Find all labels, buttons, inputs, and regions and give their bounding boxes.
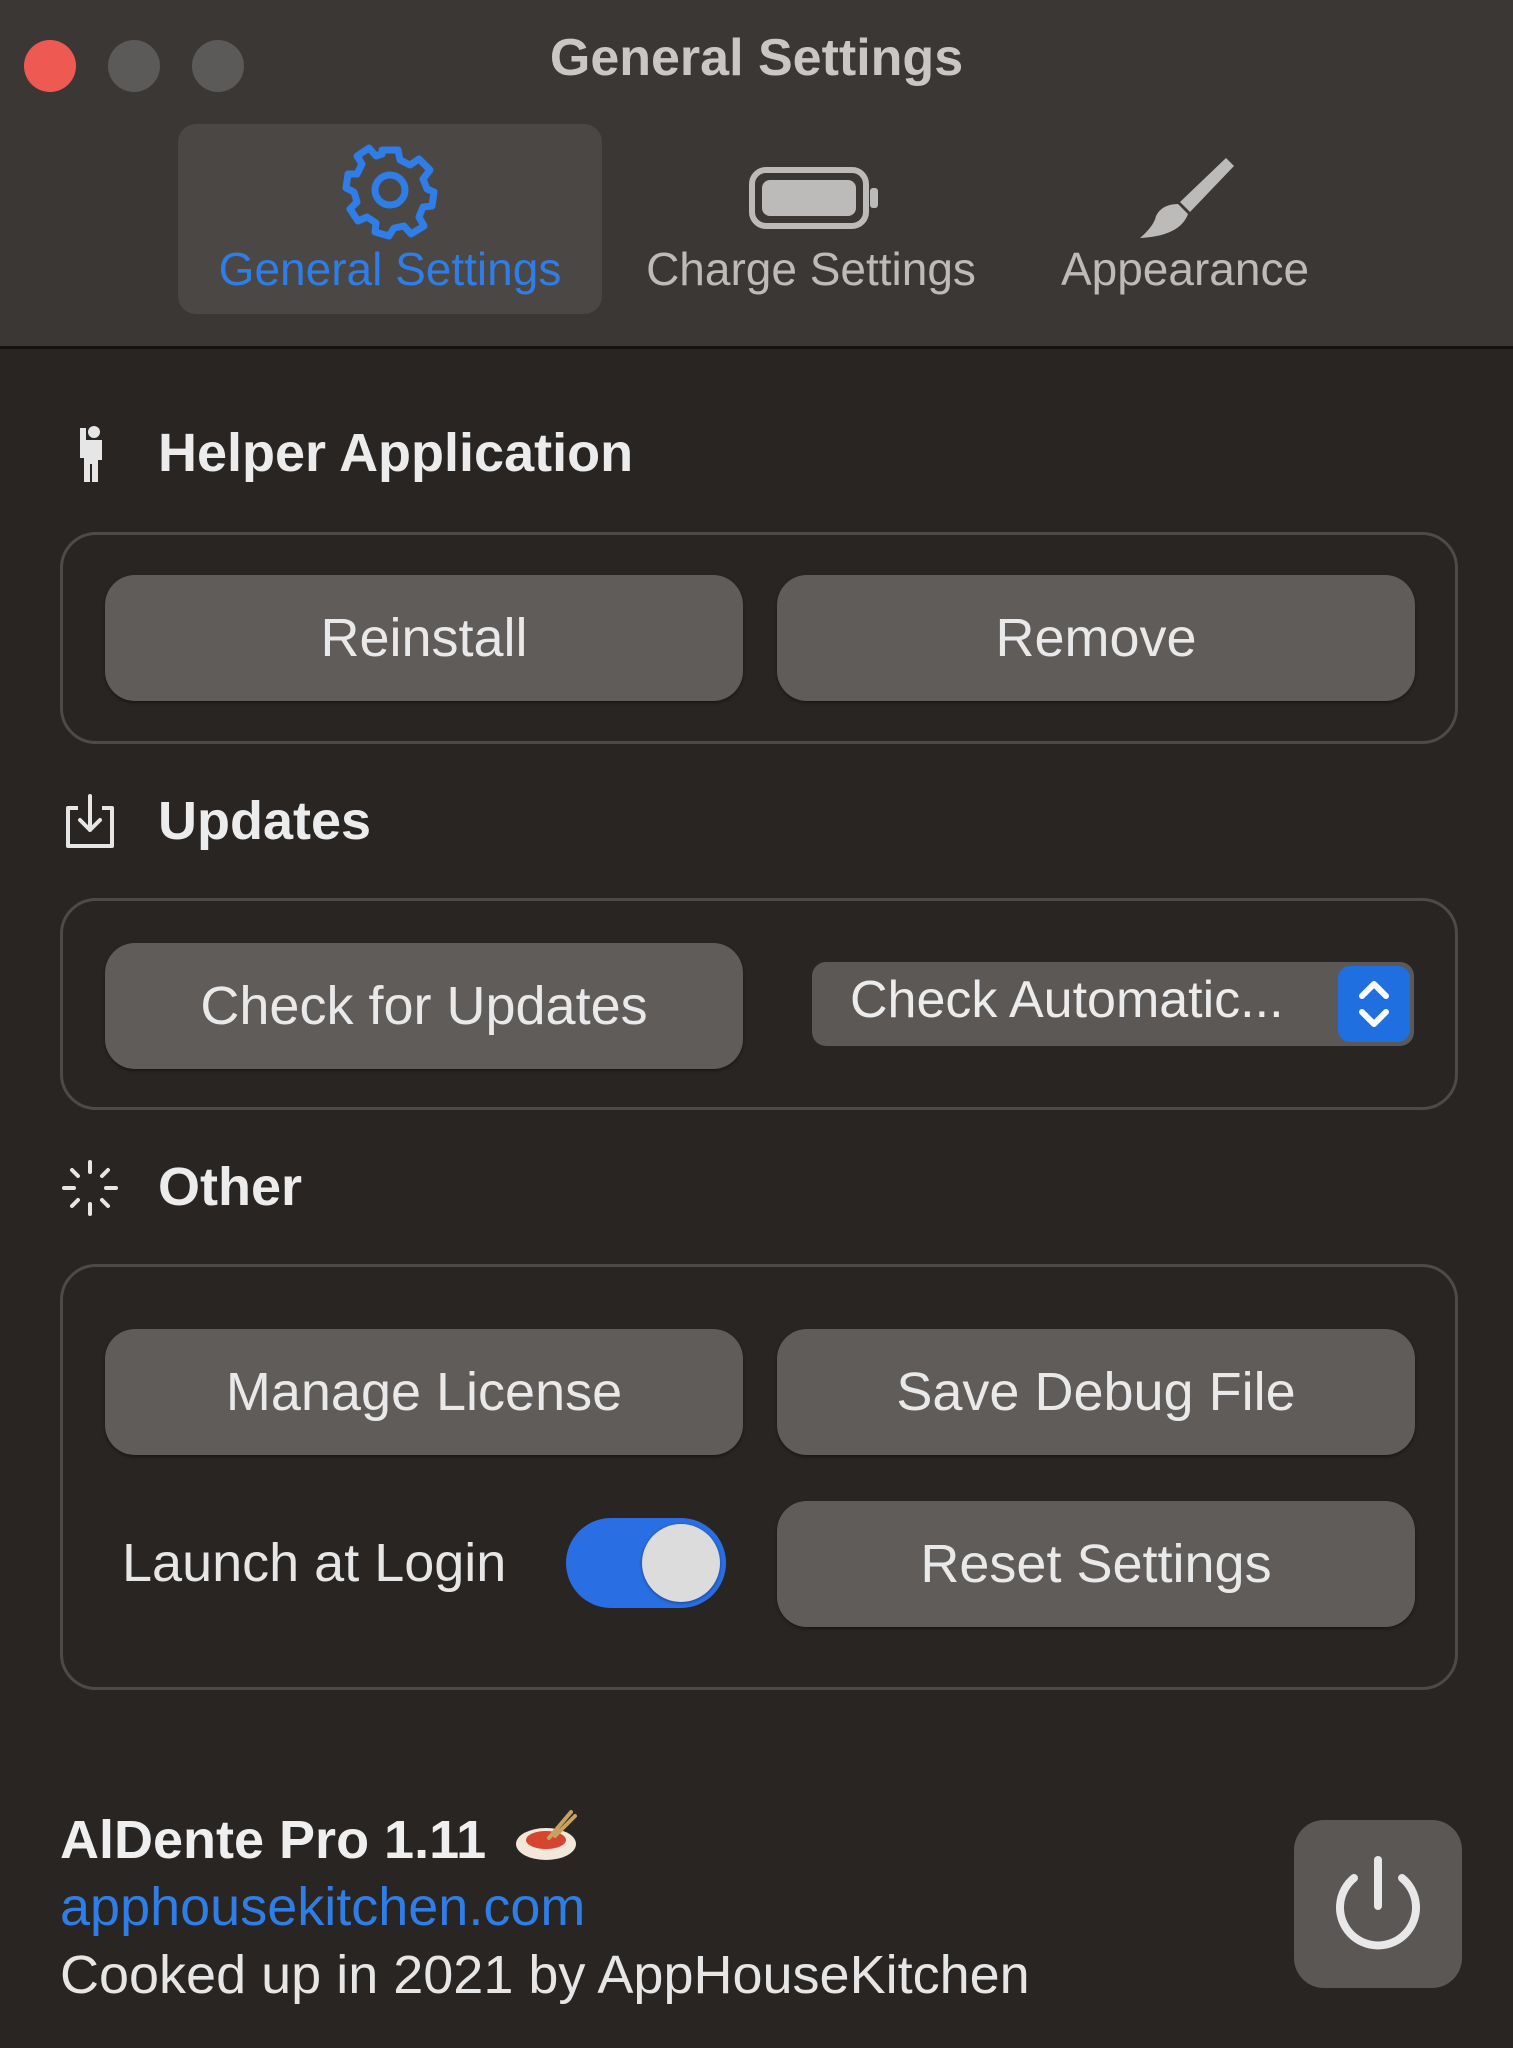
battery-icon (622, 140, 1000, 240)
section-title: Other (158, 1157, 303, 1217)
tab-general-settings[interactable]: General Settings (178, 124, 602, 314)
manage-license-button[interactable]: Manage License (105, 1329, 743, 1455)
launch-at-login-label: Launch at Login (122, 1533, 507, 1593)
quit-button[interactable] (1294, 1820, 1462, 1988)
reset-settings-button[interactable]: Reset Settings (777, 1501, 1415, 1627)
tab-label: General Settings (218, 243, 562, 295)
check-for-updates-button[interactable]: Check for Updates (105, 943, 743, 1069)
toggle-knob (642, 1524, 720, 1602)
toolbar: General Settings General Settings Charge… (0, 0, 1513, 349)
settings-window: General Settings General Settings Charge… (0, 0, 1513, 2048)
save-debug-file-button[interactable]: Save Debug File (777, 1329, 1415, 1455)
chevron-updown-icon (1338, 966, 1410, 1042)
spinner-icon (60, 1158, 120, 1218)
window-title: General Settings (549, 29, 964, 87)
helper-group: Reinstall Remove (60, 532, 1458, 744)
reinstall-button[interactable]: Reinstall (105, 575, 743, 701)
tab-appearance[interactable]: Appearance (1030, 124, 1340, 314)
section-title: Helper Application (158, 423, 634, 483)
person-icon (60, 424, 120, 484)
tab-label: Appearance (1060, 243, 1310, 295)
credit-text: Cooked up in 2021 by AppHouseKitchen (60, 1945, 1030, 2005)
paintbrush-icon (1030, 140, 1340, 240)
auto-update-select[interactable]: Check Automatic... (812, 962, 1414, 1046)
app-version: AlDente Pro 1.11 (60, 1808, 581, 1871)
section-title: Updates (158, 791, 372, 851)
power-icon (1336, 1856, 1420, 1950)
remove-button[interactable]: Remove (777, 575, 1415, 701)
auto-update-select-value: Check Automatic... (850, 971, 1284, 1029)
app-version-text: AlDente Pro 1.11 (60, 1810, 487, 1870)
tab-label: Charge Settings (646, 243, 976, 295)
tab-charge-settings[interactable]: Charge Settings (622, 124, 1000, 314)
spaghetti-icon (516, 1810, 578, 1860)
download-icon (60, 792, 120, 852)
gear-icon (178, 140, 602, 240)
other-group: Manage License Save Debug File Reset Set… (60, 1264, 1458, 1690)
launch-at-login-toggle[interactable] (566, 1518, 726, 1608)
website-link[interactable]: apphousekitchen.com (60, 1876, 585, 1938)
